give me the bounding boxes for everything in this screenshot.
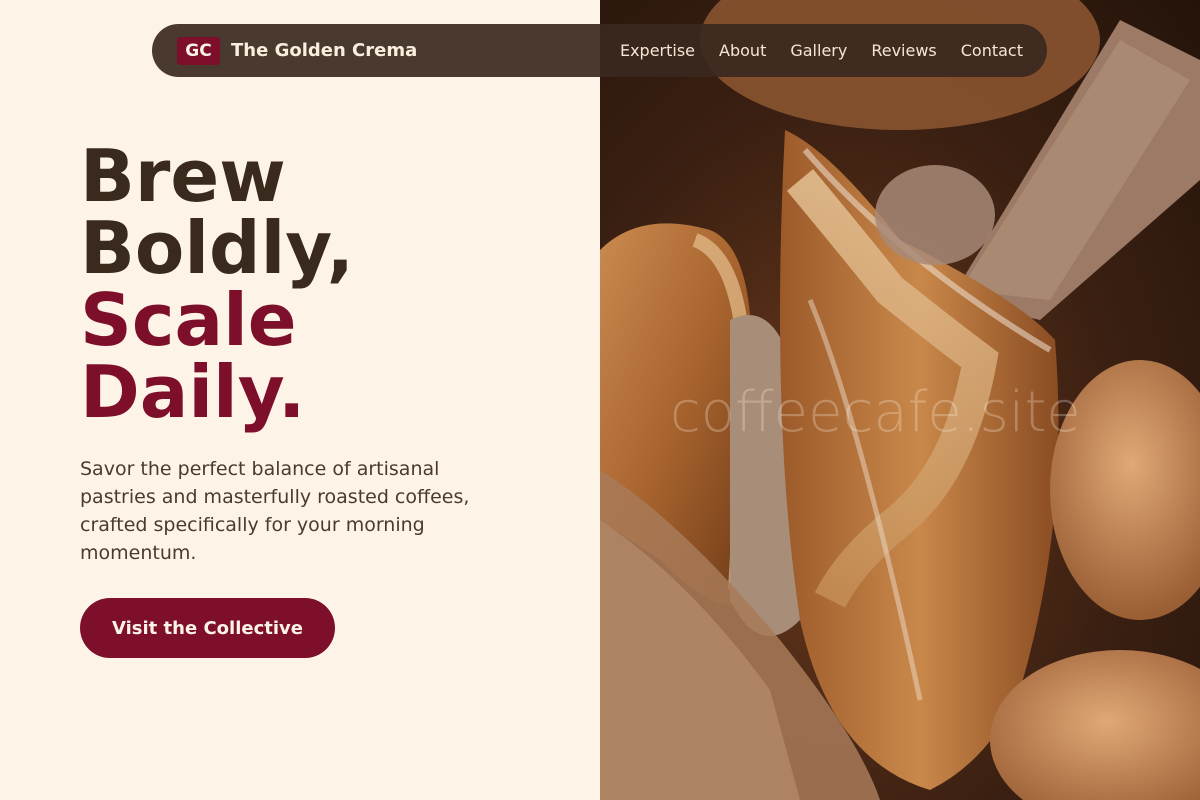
brand-logo[interactable]: GC The Golden Crema: [177, 36, 418, 65]
brand-badge: GC: [177, 36, 220, 65]
nav-links: Expertise About Gallery Reviews Contact: [620, 41, 1023, 60]
brand-name: The Golden Crema: [231, 40, 418, 61]
nav-link-reviews[interactable]: Reviews: [871, 41, 936, 60]
hero-description: Savor the perfect balance of artisanal p…: [80, 458, 470, 564]
nav-link-gallery[interactable]: Gallery: [790, 41, 847, 60]
hero-headline: Brew Boldly, Scale Daily.: [80, 140, 354, 428]
headline-line-2: Boldly,: [80, 206, 354, 290]
nav-link-contact[interactable]: Contact: [961, 41, 1023, 60]
headline-line-3: Scale: [80, 278, 297, 362]
hero-image: coffeecafe.site: [600, 0, 1200, 800]
headline-line-1: Brew: [80, 134, 286, 218]
visit-collective-button[interactable]: Visit the Collective: [80, 598, 335, 658]
nav-link-about[interactable]: About: [719, 41, 766, 60]
watermark-text: coffeecafe.site: [670, 380, 1081, 445]
nav-link-expertise[interactable]: Expertise: [620, 41, 695, 60]
headline-line-4: Daily.: [80, 350, 306, 434]
top-navbar: GC The Golden Crema Expertise About Gall…: [152, 24, 1047, 77]
